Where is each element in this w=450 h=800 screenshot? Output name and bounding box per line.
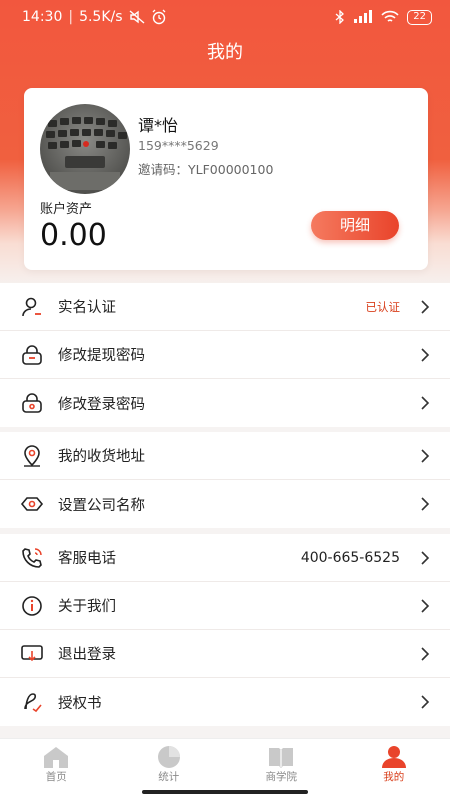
- detail-button[interactable]: 明细: [311, 211, 399, 240]
- invite-code: 邀请码：YLF00000100: [138, 162, 274, 177]
- tab-label: 首页: [45, 771, 67, 783]
- chevron-right-icon: [421, 497, 430, 511]
- tab-label: 统计: [158, 771, 180, 783]
- mute-icon: [129, 10, 145, 24]
- menu-label: 修改登录密码: [58, 396, 145, 413]
- menu-label: 关于我们: [58, 599, 116, 615]
- tab-mine[interactable]: 我的: [338, 739, 450, 800]
- status-time: 14:30: [22, 9, 63, 25]
- page-title: 我的: [207, 42, 243, 63]
- status-divider: |: [68, 9, 74, 25]
- chevron-right-icon: [421, 347, 430, 362]
- menu-group-settings: 我的收货地址 设置公司名称: [0, 432, 450, 528]
- location-pin-icon: [24, 444, 40, 467]
- eye-icon: [20, 497, 44, 511]
- menu-group-support: 客服电话 400-665-6525 关于我们 退出登录 授权书: [0, 534, 450, 726]
- menu-label: 客服电话: [58, 551, 116, 567]
- menu-label: 实名认证: [58, 300, 116, 316]
- chevron-right-icon: [421, 396, 430, 410]
- lock-icon: [22, 393, 42, 413]
- menu-item-authorization[interactable]: 授权书: [0, 678, 450, 726]
- alarm-icon: [152, 9, 166, 25]
- menu-label: 授权书: [58, 695, 102, 712]
- menu-label: 退出登录: [58, 647, 116, 663]
- chevron-right-icon: [421, 598, 430, 613]
- assets-label: 账户资产: [40, 202, 93, 217]
- profile-card: 谭*怡 159****5629 邀请码：YLF00000100 账户资产 0.0…: [24, 88, 428, 270]
- user-verify-icon: [22, 297, 41, 316]
- avatar[interactable]: [40, 104, 130, 194]
- menu-item-address[interactable]: 我的收货地址: [0, 432, 450, 480]
- chevron-right-icon: [421, 695, 430, 709]
- book-icon: [269, 748, 294, 768]
- battery-icon: 22: [407, 9, 432, 25]
- bluetooth-icon: [335, 10, 345, 24]
- user-phone: 159****5629: [138, 138, 219, 153]
- tab-label: 我的: [383, 771, 405, 783]
- document-sign-icon: [24, 693, 42, 713]
- menu-label: 修改提现密码: [58, 348, 145, 364]
- chevron-right-icon: [421, 646, 430, 661]
- lock-icon: [22, 344, 42, 365]
- pie-chart-icon: [157, 746, 180, 768]
- menu-item-withdraw-password[interactable]: 修改提现密码: [0, 331, 450, 379]
- assets-value: 0.00: [40, 218, 107, 253]
- home-icon: [44, 747, 69, 768]
- wifi-icon: [381, 10, 399, 22]
- menu-item-about[interactable]: 关于我们: [0, 582, 450, 630]
- verified-badge: 已认证: [365, 299, 401, 314]
- menu-label: 我的收货地址: [58, 449, 145, 465]
- profile-icon: [381, 746, 406, 768]
- logout-icon: [21, 644, 43, 661]
- chevron-right-icon: [421, 550, 430, 565]
- menu-item-real-name[interactable]: 实名认证 已认证: [0, 283, 450, 331]
- menu-item-logout[interactable]: 退出登录: [0, 630, 450, 678]
- user-name: 谭*怡: [138, 116, 179, 135]
- chevron-right-icon: [421, 448, 430, 463]
- phone-icon: [22, 547, 42, 568]
- signal-icon: [354, 10, 373, 23]
- tab-label: 商学院: [265, 771, 298, 783]
- status-bar: 14:30 | 5.5K/s 22: [0, 0, 450, 34]
- home-indicator[interactable]: [142, 790, 308, 794]
- service-phone-number: 400-665-6525: [300, 549, 400, 566]
- status-speed: 5.5K/s: [79, 9, 123, 25]
- menu-label: 设置公司名称: [58, 497, 145, 514]
- info-icon: [22, 595, 42, 616]
- tab-home[interactable]: 首页: [0, 739, 113, 800]
- chevron-right-icon: [421, 299, 430, 314]
- menu-group-account: 实名认证 已认证 修改提现密码 修改登录密码: [0, 283, 450, 427]
- menu-item-service-phone[interactable]: 客服电话 400-665-6525: [0, 534, 450, 582]
- menu-item-login-password[interactable]: 修改登录密码: [0, 379, 450, 427]
- menu-item-company-name[interactable]: 设置公司名称: [0, 480, 450, 528]
